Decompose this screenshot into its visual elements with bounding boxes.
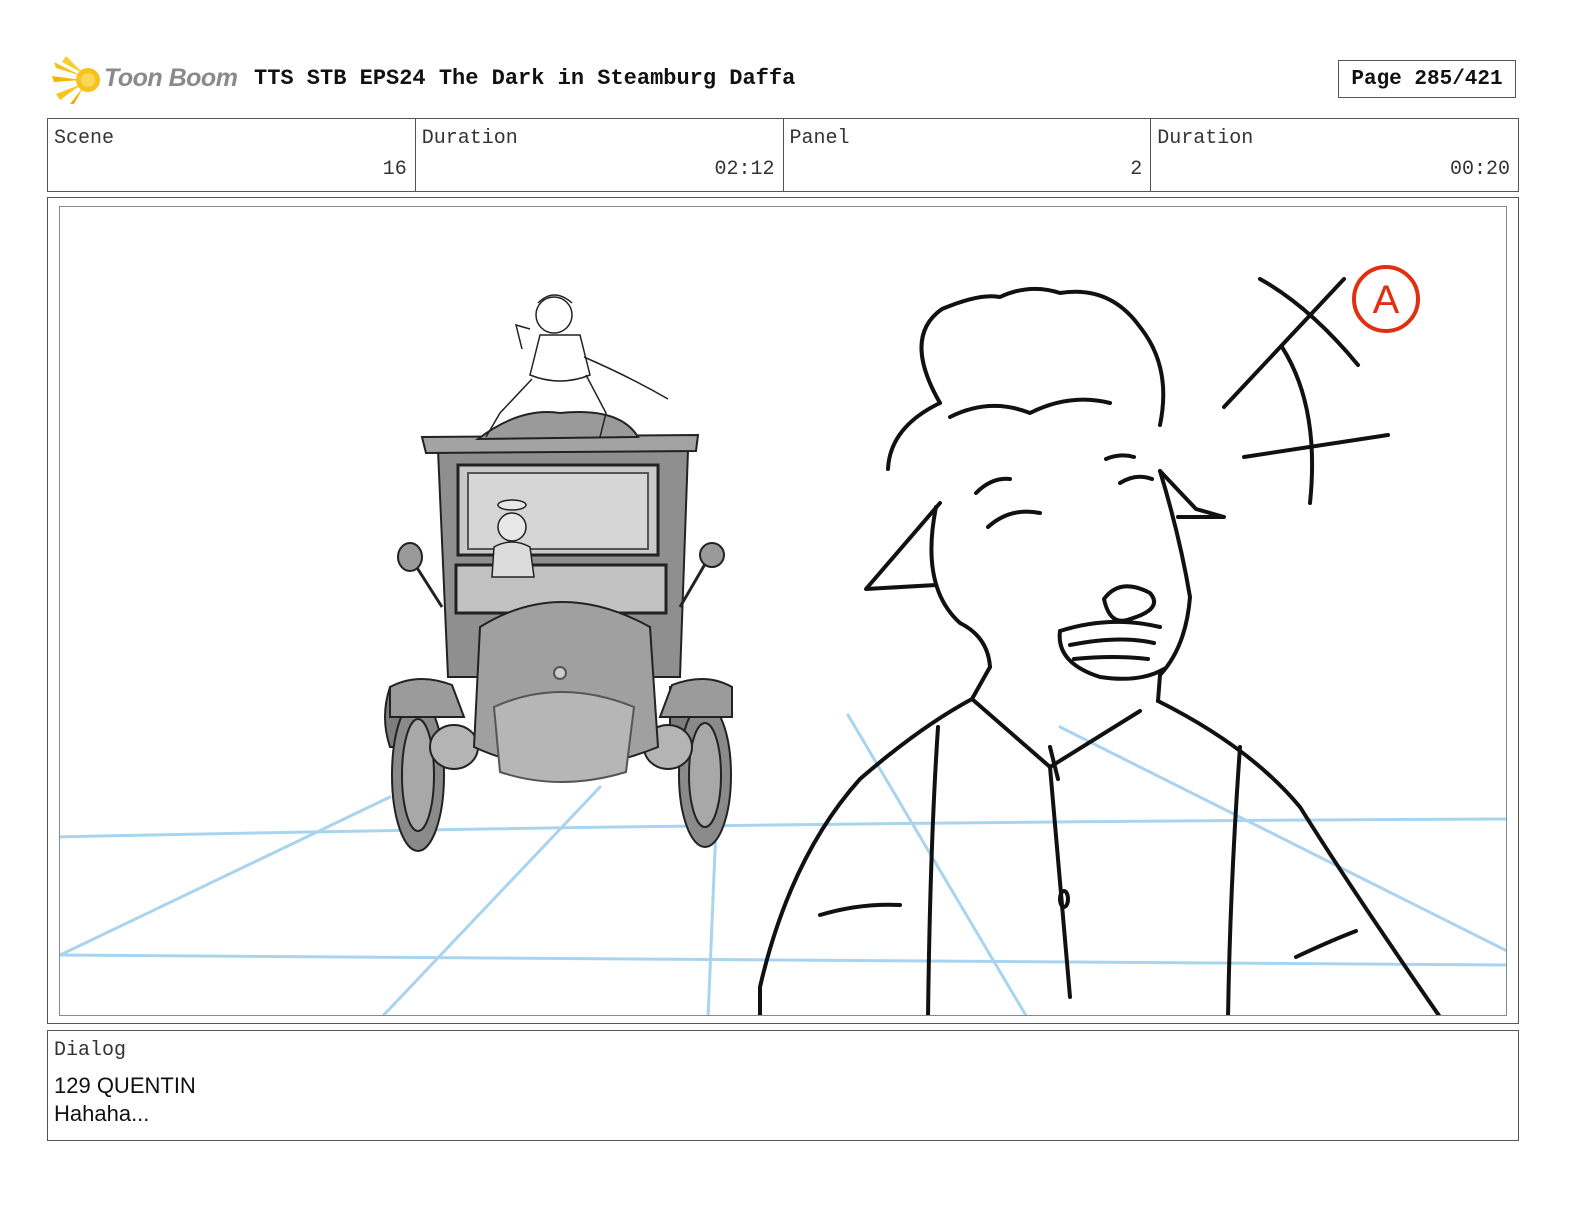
storyboard-panel-frame: A bbox=[47, 197, 1519, 1024]
panel-drawing: A bbox=[60, 265, 1506, 1015]
dialog-box: Dialog 129 QUENTIN Hahaha... bbox=[47, 1030, 1519, 1141]
panel-duration-value: 00:20 bbox=[1449, 158, 1510, 181]
scene-duration-value: 02:12 bbox=[714, 158, 775, 181]
scene-value: 16 bbox=[382, 158, 407, 181]
panel-duration-label: Duration bbox=[1157, 127, 1254, 150]
panel-duration-cell: Duration 00:20 bbox=[1151, 119, 1518, 191]
logo-text: Toon Boom bbox=[104, 64, 238, 92]
toon-boom-logo: Toon Boom bbox=[52, 54, 242, 106]
dialog-text: Hahaha... bbox=[54, 1101, 150, 1126]
page-header: Toon Boom TTS STB EPS24 The Dark in Stea… bbox=[0, 0, 1584, 116]
dialog-label: Dialog bbox=[54, 1039, 127, 1062]
annotation-letter: A bbox=[1373, 278, 1400, 322]
scene-duration-cell: Duration 02:12 bbox=[416, 119, 784, 191]
scene-label: Scene bbox=[54, 127, 115, 150]
car-model bbox=[384, 294, 733, 852]
storyboard-panel-image: A bbox=[59, 206, 1507, 1016]
dialog-speaker: 129 QUENTIN bbox=[54, 1073, 196, 1098]
character-sketch bbox=[758, 286, 1442, 1015]
panel-cell: Panel 2 bbox=[784, 119, 1152, 191]
starburst-icon bbox=[52, 56, 100, 104]
panel-label: Panel bbox=[789, 127, 850, 150]
page-number: Page 285/421 bbox=[1338, 60, 1516, 98]
document-title: TTS STB EPS24 The Dark in Steamburg Daff… bbox=[254, 66, 796, 91]
scene-info-table: Scene 16 Duration 02:12 Panel 2 Duration… bbox=[47, 118, 1519, 192]
perspective-guides bbox=[60, 713, 1506, 1015]
scene-cell: Scene 16 bbox=[48, 119, 416, 191]
panel-value: 2 bbox=[1130, 158, 1143, 181]
scene-duration-label: Duration bbox=[421, 127, 518, 150]
